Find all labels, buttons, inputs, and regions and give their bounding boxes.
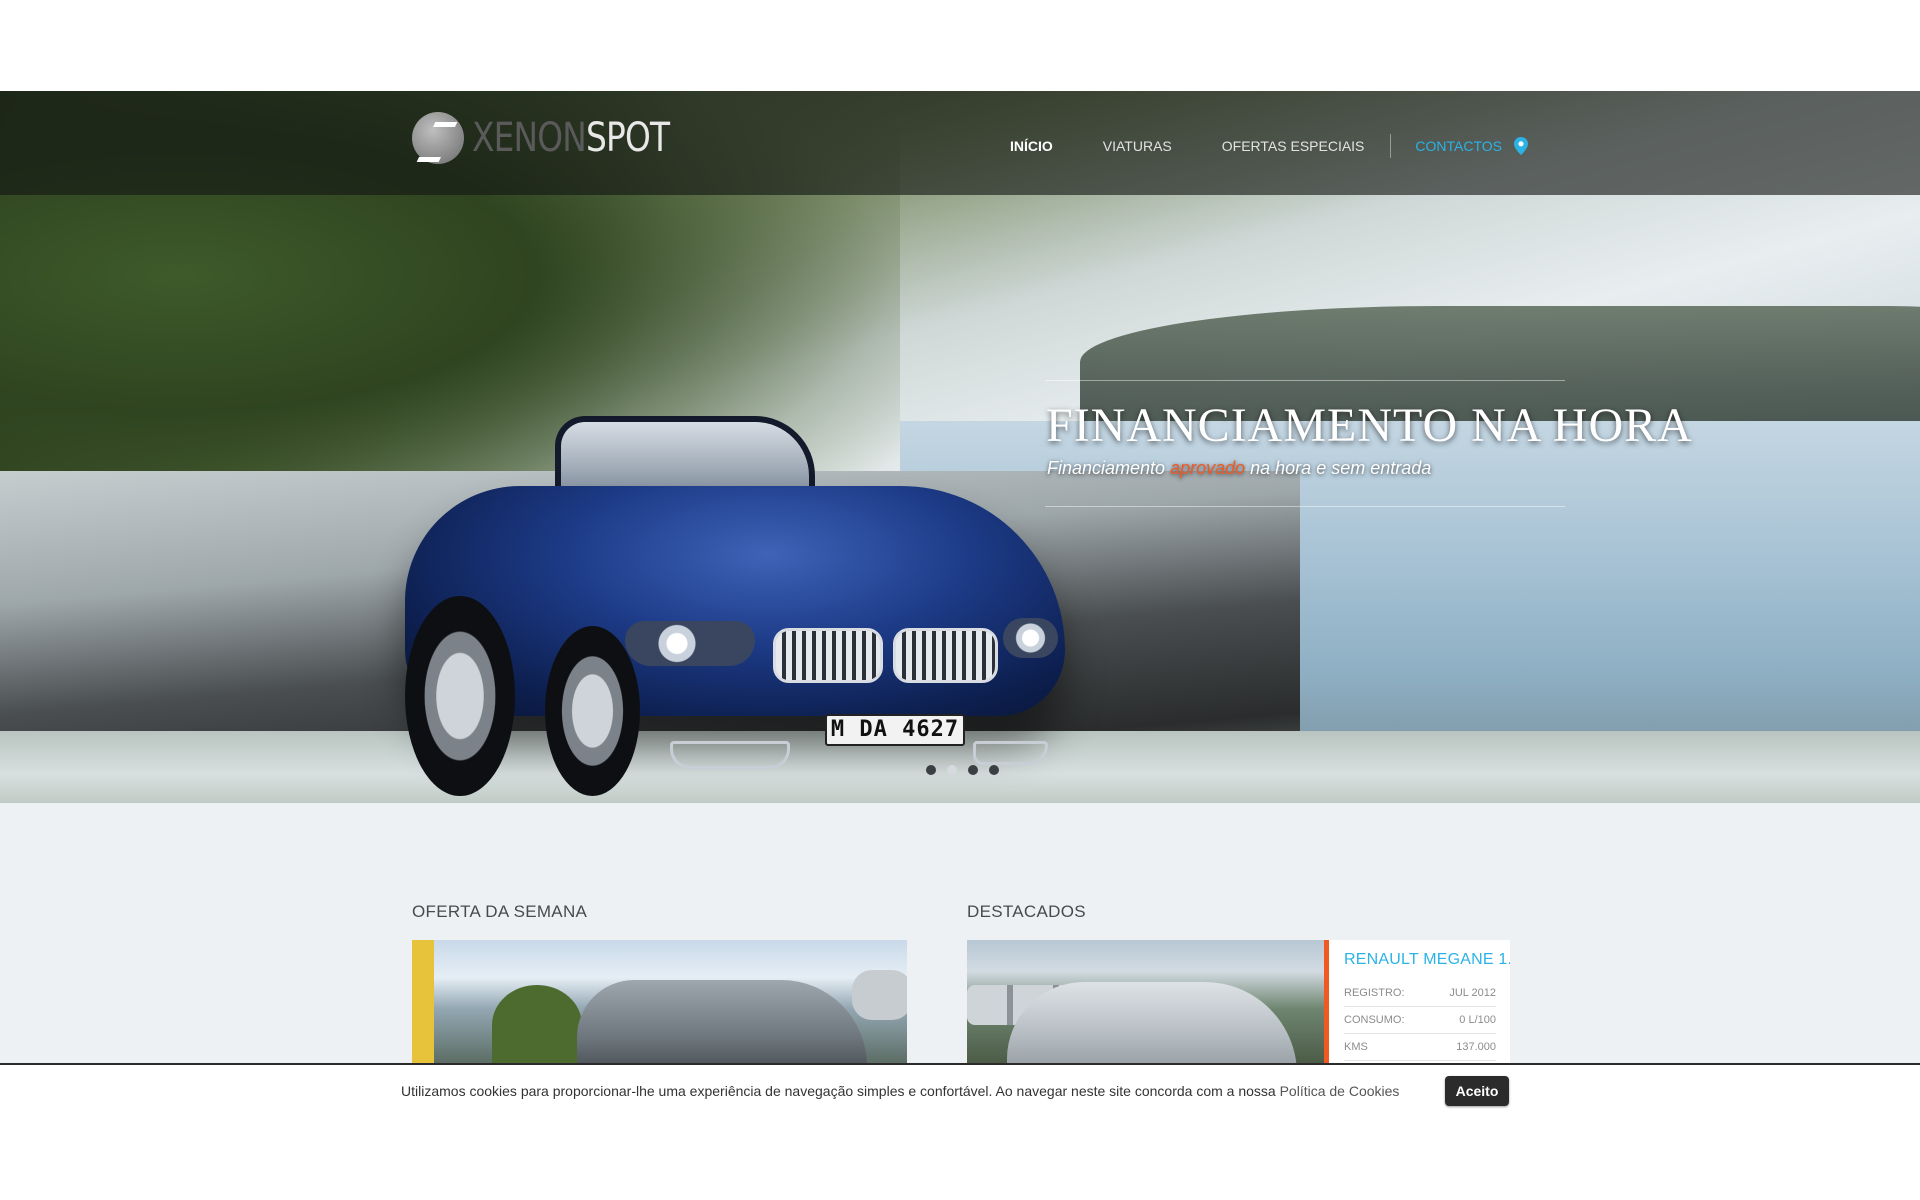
- slider-dot[interactable]: [989, 765, 999, 775]
- section-title-oferta-da-semana: OFERTA DA SEMANA: [412, 902, 588, 921]
- destacado-image[interactable]: [967, 940, 1325, 1065]
- car-grille: [773, 628, 883, 683]
- slider-dot-active[interactable]: [947, 765, 957, 775]
- oferta-da-semana-image[interactable]: [412, 940, 907, 1065]
- spec-label: CONSUMO:: [1344, 1014, 1405, 1026]
- hero-subtitle-highlight: aprovado: [1170, 458, 1246, 478]
- hero-car-image: M DA 4627: [405, 396, 1065, 803]
- image-car: [577, 980, 867, 1065]
- spec-row-kms: KMS 137.000: [1344, 1034, 1496, 1061]
- nav-item-inicio[interactable]: INÍCIO: [1010, 138, 1053, 154]
- top-navigation-bar: [0, 91, 1920, 195]
- license-plate: M DA 4627: [825, 714, 965, 746]
- map-pin-icon: [1514, 137, 1529, 155]
- car-fog-light: [670, 741, 790, 769]
- section-title-destacados: DESTACADOS: [967, 902, 1086, 921]
- nav-item-ofertas-especiais[interactable]: OFERTAS ESPECIAIS: [1222, 138, 1365, 154]
- car-wheel: [545, 626, 640, 796]
- hero-subtitle-end: na hora e sem entrada: [1245, 458, 1432, 478]
- hero-divider-top: [1045, 380, 1565, 381]
- spec-value: JUL 2012: [1449, 987, 1496, 999]
- destacado-car-name[interactable]: RENAULT MEGANE 1.5: [1344, 951, 1510, 969]
- spec-value: 0 L/100: [1459, 1014, 1496, 1026]
- nav-item-viaturas[interactable]: VIATURAS: [1103, 138, 1172, 154]
- site-logo[interactable]: XENONSPOT: [412, 112, 712, 164]
- spec-label: KMS: [1344, 1041, 1368, 1053]
- image-plant: [492, 985, 582, 1065]
- car-fog-light: [973, 741, 1048, 765]
- spec-row-registro: REGISTRO: JUL 2012: [1344, 980, 1496, 1007]
- car-wheel: [405, 596, 515, 796]
- cookie-message: Utilizamos cookies para proporcionar-lhe…: [401, 1083, 1399, 1099]
- car-grille: [893, 628, 998, 683]
- logo-text-part2: SPOT: [585, 115, 670, 161]
- cookie-banner: Utilizamos cookies para proporcionar-lhe…: [0, 1063, 1920, 1200]
- car-headlight: [1003, 618, 1058, 658]
- spec-label: REGISTRO:: [1344, 987, 1405, 999]
- image-car: [1007, 982, 1297, 1065]
- slider-dot[interactable]: [926, 765, 936, 775]
- nav-item-contactos[interactable]: CONTACTOS: [1415, 137, 1529, 155]
- cookie-accept-button[interactable]: Aceito: [1445, 1076, 1509, 1106]
- image-flag: [412, 940, 434, 1065]
- image-car: [852, 970, 907, 1020]
- cookie-policy-link[interactable]: Política de Cookies: [1280, 1083, 1400, 1099]
- spec-row-consumo: CONSUMO: 0 L/100: [1344, 1007, 1496, 1034]
- cookie-message-text: Utilizamos cookies para proporcionar-lhe…: [401, 1083, 1280, 1099]
- slider-pagination: [926, 765, 1010, 775]
- hero-subtitle-start: Financiamento: [1047, 458, 1171, 478]
- content-area: [0, 803, 1920, 1065]
- car-headlight: [625, 621, 755, 666]
- logo-mark-icon: [412, 112, 464, 164]
- nav-divider: [1390, 134, 1392, 158]
- spec-value: 137.000: [1456, 1041, 1496, 1053]
- hero-subtitle: Financiamento aprovado na hora e sem ent…: [1047, 458, 1431, 479]
- logo-text-part1: XENON: [472, 115, 587, 161]
- slider-dot[interactable]: [968, 765, 978, 775]
- nav-item-contactos-label: CONTACTOS: [1415, 138, 1503, 154]
- page: M DA 4627 XENONSPOT INÍCIO VIATURAS OFER…: [0, 0, 1920, 1200]
- hero-title: FINANCIAMENTO NA HORA: [1046, 399, 1693, 452]
- hero-divider-bottom: [1045, 506, 1565, 507]
- main-menu: INÍCIO VIATURAS OFERTAS ESPECIAIS CONTAC…: [1010, 134, 1529, 158]
- logo-text: XENONSPOT: [472, 115, 670, 161]
